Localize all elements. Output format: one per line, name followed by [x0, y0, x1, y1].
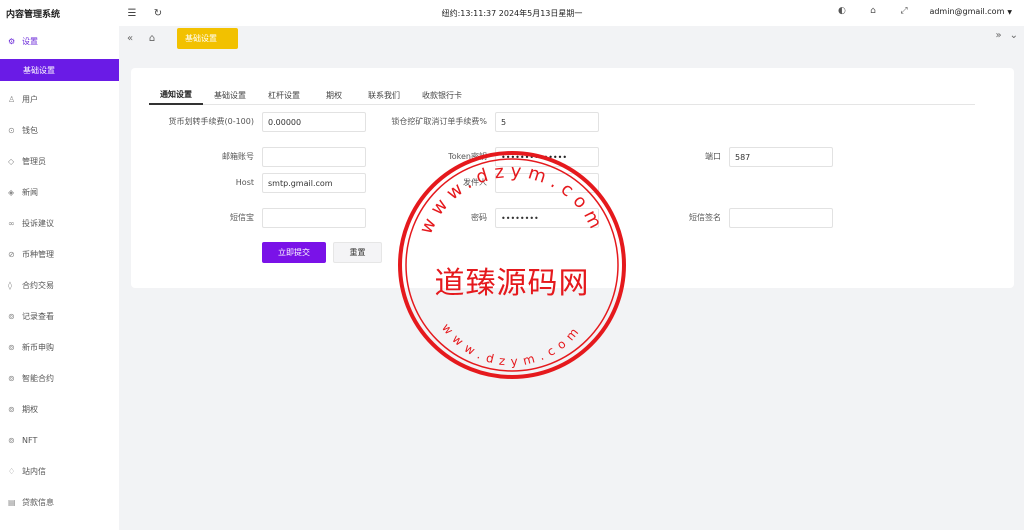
- sidebar-item-coins[interactable]: ⊘ 币种管理: [0, 239, 119, 270]
- port-input[interactable]: [729, 147, 833, 167]
- page-tab-basic-settings[interactable]: 基础设置: [177, 27, 238, 49]
- page-tab-strip: « ⌂ 基础设置 » ⌄: [119, 26, 1024, 50]
- tag-icon: ◈: [8, 188, 15, 197]
- tab-leverage-settings[interactable]: 杠杆设置: [257, 85, 311, 105]
- sidebar-item-label: 用户: [22, 95, 38, 104]
- sidebar-item-label: 管理员: [22, 157, 46, 166]
- cancel-fee-label: 锁仓挖矿取消订单手续费%: [391, 117, 487, 126]
- gear-icon: ⚙: [8, 37, 16, 46]
- sms-label: 短信宝: [230, 213, 254, 222]
- sidebar-item-label: 钱包: [22, 126, 38, 135]
- tab-strip-actions: » ⌄: [995, 30, 1018, 41]
- app-title: 内容管理系统: [6, 9, 61, 20]
- cancel-fee-input[interactable]: [495, 112, 599, 132]
- collapse-menu-icon[interactable]: ☰: [119, 8, 145, 19]
- sidebar-item-nft[interactable]: ⊚ NFT: [0, 425, 119, 456]
- diamond-icon: ◊: [8, 281, 12, 290]
- chevron-down-icon[interactable]: ⌄: [1010, 30, 1018, 41]
- user-icon: ♙: [8, 95, 16, 104]
- sidebar-item-options[interactable]: ⊚ 期权: [0, 394, 119, 425]
- sidebar-item-label: 基础设置: [23, 65, 55, 75]
- sms-sign-input[interactable]: [729, 208, 833, 228]
- sidebar-item-records[interactable]: ⊚ 记录查看: [0, 301, 119, 332]
- sidebar-item-label: 贷款信息: [22, 498, 54, 507]
- sidebar-item-contract-trading[interactable]: ◊ 合约交易: [0, 270, 119, 301]
- loan-icon: ▤: [8, 498, 16, 507]
- wallet-icon: ⊙: [8, 126, 15, 135]
- link-icon: ∞: [8, 219, 15, 228]
- nft-icon: ⊚: [8, 436, 15, 445]
- sidebar-item-loans[interactable]: ▤ 贷款信息: [0, 487, 119, 518]
- sender-label: 发件人: [463, 178, 487, 187]
- sidebar-item-label: 投诉建议: [22, 219, 54, 228]
- host-input[interactable]: [262, 173, 366, 193]
- sidebar-item-label: NFT: [22, 436, 38, 445]
- sidebar-item-basic-settings[interactable]: 基础设置: [0, 59, 119, 81]
- caret-down-icon: ▼: [1007, 8, 1012, 16]
- password-label: 密码: [471, 213, 487, 222]
- reset-button[interactable]: 重置: [333, 242, 382, 263]
- sidebar-item-label: 设置: [22, 37, 38, 46]
- record-icon: ⊚: [8, 312, 15, 321]
- sidebar-item-label: 合约交易: [22, 281, 54, 290]
- sidebar-item-messages[interactable]: ♢ 站内信: [0, 456, 119, 487]
- sidebar-item-smart-contract[interactable]: ⊚ 智能合约: [0, 363, 119, 394]
- sidebar-item-users[interactable]: ♙ 用户: [0, 84, 119, 115]
- tab-bank-cards[interactable]: 收款银行卡: [411, 85, 473, 105]
- sidebar-item-wallet[interactable]: ⊙ 钱包: [0, 115, 119, 146]
- contract-icon: ⊚: [8, 374, 15, 383]
- sidebar-item-label: 新闻: [22, 188, 38, 197]
- double-chevron-right-icon[interactable]: »: [995, 30, 1001, 41]
- fee-input[interactable]: [262, 112, 366, 132]
- page-tab-label: 基础设置: [185, 33, 217, 43]
- double-chevron-left-icon[interactable]: «: [119, 33, 141, 44]
- user-name: admin@gmail.com: [929, 6, 1005, 16]
- token-input[interactable]: [495, 147, 599, 167]
- new-coin-icon: ⊚: [8, 343, 15, 352]
- email-label: 邮箱账号: [222, 152, 254, 161]
- password-input[interactable]: [495, 208, 599, 228]
- sender-input[interactable]: [495, 173, 599, 193]
- refresh-icon[interactable]: ↻: [145, 8, 171, 19]
- sidebar-item-label: 记录查看: [22, 312, 54, 321]
- bell-icon: ♢: [8, 467, 16, 476]
- sidebar-item-label: 期权: [22, 405, 38, 414]
- tab-options[interactable]: 期权: [311, 85, 357, 105]
- sidebar-item-label: 新币申购: [22, 343, 54, 352]
- sidebar-item-settings[interactable]: ⚙ 设置: [0, 26, 119, 57]
- sidebar-item-complaints[interactable]: ∞ 投诉建议: [0, 208, 119, 239]
- option-icon: ⊚: [8, 405, 15, 414]
- settings-tabs: 通知设置 基础设置 杠杆设置 期权 联系我们 收款银行卡: [149, 85, 975, 105]
- token-label: Token密钥: [448, 152, 487, 161]
- host-label: Host: [235, 178, 254, 187]
- header-actions: ◐ ⌂ ⤢ admin@gmail.com ▼: [826, 6, 1012, 16]
- coin-icon: ⊘: [8, 250, 15, 259]
- settings-card: 通知设置 基础设置 杠杆设置 期权 联系我们 收款银行卡 货币划转手续费(0-1…: [131, 68, 1014, 288]
- sidebar-item-label: 币种管理: [22, 250, 54, 259]
- sidebar-item-news[interactable]: ◈ 新闻: [0, 177, 119, 208]
- user-menu[interactable]: admin@gmail.com ▼: [919, 7, 1012, 16]
- sidebar-item-admins[interactable]: ◇ 管理员: [0, 146, 119, 177]
- tab-notification-settings[interactable]: 通知设置: [149, 85, 203, 105]
- theme-icon[interactable]: ◐: [826, 6, 857, 16]
- submit-button[interactable]: 立即提交: [262, 242, 326, 263]
- tag-icon[interactable]: ⌂: [857, 6, 888, 16]
- fullscreen-icon[interactable]: ⤢: [888, 6, 919, 16]
- sidebar: ⚙ 设置 基础设置 ♙ 用户 ⊙ 钱包 ◇ 管理员 ◈ 新闻 ∞ 投诉建议 ⊘ 币种管理 ◊ 合…: [0, 26, 119, 530]
- sidebar-item-label: 站内信: [22, 467, 46, 476]
- home-icon[interactable]: ⌂: [141, 33, 163, 44]
- email-input[interactable]: [262, 147, 366, 167]
- sms-sign-label: 短信签名: [689, 213, 721, 222]
- sidebar-item-new-coin[interactable]: ⊚ 新币申购: [0, 332, 119, 363]
- tab-contact-us[interactable]: 联系我们: [357, 85, 411, 105]
- fee-label: 货币划转手续费(0-100): [168, 117, 255, 126]
- port-label: 端口: [705, 152, 721, 161]
- sidebar-item-label: 智能合约: [22, 374, 54, 383]
- sms-input[interactable]: [262, 208, 366, 228]
- shield-icon: ◇: [8, 157, 15, 166]
- watermark-url-bottom: www.dzym.com: [439, 321, 585, 369]
- tab-basic-settings[interactable]: 基础设置: [203, 85, 257, 105]
- top-header: 内容管理系统 ☰ ↻ ◐ ⌂ ⤢ admin@gmail.com ▼: [0, 0, 1024, 26]
